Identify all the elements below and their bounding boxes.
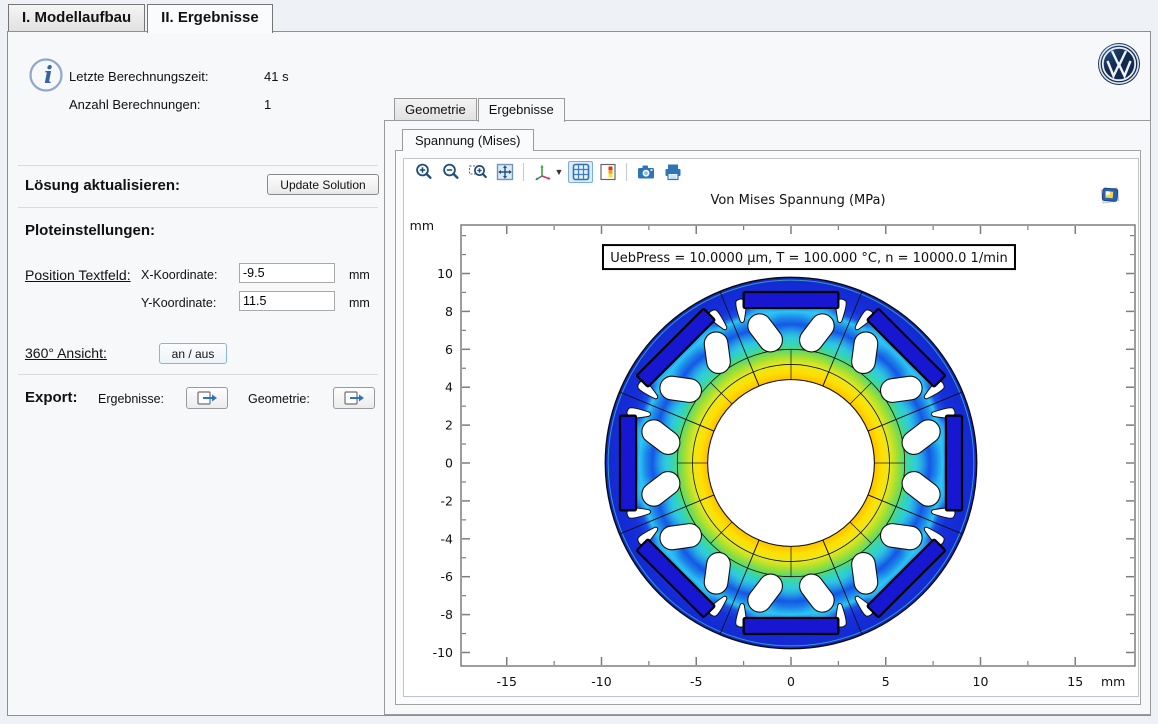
svg-text:-10: -10 <box>591 674 611 689</box>
separator <box>18 374 378 375</box>
zoom-out-icon <box>441 162 461 182</box>
toolbar-separator <box>523 163 524 181</box>
svg-text:4: 4 <box>445 380 453 395</box>
view-360-toggle-button[interactable]: an / aus <box>159 343 227 364</box>
svg-text:-2: -2 <box>441 493 453 508</box>
svg-text:-5: -5 <box>690 674 702 689</box>
svg-text:8: 8 <box>445 304 453 319</box>
x-coordinate-label: X-Koordinate: <box>141 268 217 282</box>
grid-toggle-button[interactable] <box>568 161 593 183</box>
export-results-label: Ergebnisse: <box>98 392 164 406</box>
plot-canvas[interactable]: -15 -10 -5 0 5 10 15 10 8 6 4 2 0 -2 -4 -6 -8 -10 mm mm Von … <box>404 159 1138 696</box>
zoom-extents-icon <box>495 162 515 182</box>
y-coordinate-label: Y-Koordinate: <box>141 296 216 310</box>
zoom-out-button[interactable] <box>438 161 463 183</box>
calc-count-value: 1 <box>264 97 271 112</box>
view-360-label: 360° Ansicht: <box>25 345 107 361</box>
svg-text:2: 2 <box>445 418 453 433</box>
update-solution-button[interactable]: Update Solution <box>267 174 379 195</box>
toolbar-separator <box>626 163 627 181</box>
last-calc-time-value: 41 s <box>264 69 289 84</box>
tab-ergebnisse-view[interactable]: Ergebnisse <box>478 98 565 122</box>
color-legend-icon <box>598 162 618 182</box>
svg-text:10: 10 <box>973 674 989 689</box>
zoom-box-icon <box>468 162 488 182</box>
plot-image-button[interactable] <box>1098 184 1122 206</box>
tab-modellaufbau[interactable]: I. Modellaufbau <box>8 4 145 31</box>
plot-area: -15 -10 -5 0 5 10 15 10 8 6 4 2 0 -2 -4 -6 -8 -10 mm mm Von … <box>403 158 1139 697</box>
svg-text:i: i <box>44 62 53 89</box>
printer-icon <box>663 162 683 182</box>
last-calc-time-label: Letzte Berechnungszeit: <box>69 69 208 84</box>
app-content: i Letzte Berechnungszeit: 41 s Anzahl Be… <box>7 31 1151 716</box>
result-tab-bar: Geometrie Ergebnisse <box>394 98 566 122</box>
svg-text:15: 15 <box>1067 674 1083 689</box>
export-geometry-button[interactable] <box>333 387 375 409</box>
svg-text:mm: mm <box>410 218 434 233</box>
snapshot-button[interactable] <box>633 161 658 183</box>
axis-orientation-icon <box>533 162 553 182</box>
plot-image-icon <box>1098 184 1122 206</box>
plot-toolbar: ▼ <box>410 160 686 184</box>
info-icon: i <box>27 56 65 94</box>
x-unit-label: mm <box>349 268 370 282</box>
plot-settings-heading: Ploteinstellungen: <box>25 222 155 239</box>
print-button[interactable] <box>660 161 685 183</box>
y-coordinate-input[interactable] <box>239 291 335 311</box>
svg-text:10: 10 <box>437 266 453 281</box>
zoom-extents-button[interactable] <box>492 161 517 183</box>
export-icon <box>196 390 218 406</box>
update-solution-heading: Lösung aktualisieren: <box>25 177 180 194</box>
tab-geometrie[interactable]: Geometrie <box>394 98 477 120</box>
svg-text:Von Mises Spannung (MPa): Von Mises Spannung (MPa) <box>710 193 885 208</box>
zoom-box-button[interactable] <box>465 161 490 183</box>
color-legend-button[interactable] <box>595 161 620 183</box>
view-orientation-button[interactable]: ▼ <box>530 161 566 183</box>
camera-icon <box>636 162 656 182</box>
export-results-button[interactable] <box>186 387 228 409</box>
plot-frame: -15 -10 -5 0 5 10 15 10 8 6 4 2 0 -2 -4 -6 -8 -10 mm mm Von … <box>395 150 1141 705</box>
svg-text:6: 6 <box>445 342 453 357</box>
svg-text:0: 0 <box>445 456 453 471</box>
export-geometry-label: Geometrie: <box>248 392 310 406</box>
position-textfield-label: Position Textfeld: <box>25 267 131 283</box>
x-coordinate-input[interactable] <box>239 263 335 283</box>
svg-text:-4: -4 <box>441 531 454 546</box>
grid-icon <box>571 162 591 182</box>
export-icon <box>343 390 365 406</box>
svg-text:-8: -8 <box>441 607 454 622</box>
dropdown-caret-icon: ▼ <box>555 167 564 177</box>
separator <box>18 207 378 208</box>
tab-ergebnisse[interactable]: II. Ergebnisse <box>147 4 273 33</box>
svg-text:5: 5 <box>882 674 890 689</box>
export-heading: Export: <box>25 389 78 406</box>
vw-logo <box>1097 42 1141 86</box>
results-panel: Spannung (Mises) -15 -10 -5 0 5 10 15 10 8 6 4 2 0 -2… <box>384 120 1151 715</box>
svg-text:mm: mm <box>1101 674 1125 689</box>
svg-text:-15: -15 <box>497 674 517 689</box>
y-unit-label: mm <box>349 296 370 310</box>
svg-text:-10: -10 <box>433 645 453 660</box>
main-tab-bar: I. Modellaufbau II. Ergebnisse <box>8 4 275 33</box>
svg-text:-6: -6 <box>441 569 454 584</box>
svg-text:UebPress = 10.0000 μm, T = 100: UebPress = 10.0000 μm, T = 100.000 °C, n… <box>610 251 1008 266</box>
zoom-in-icon <box>414 162 434 182</box>
calc-count-label: Anzahl Berechnungen: <box>69 97 201 112</box>
svg-text:0: 0 <box>787 674 795 689</box>
separator <box>18 165 378 166</box>
tab-spannung-mises[interactable]: Spannung (Mises) <box>402 129 534 151</box>
zoom-in-button[interactable] <box>411 161 436 183</box>
